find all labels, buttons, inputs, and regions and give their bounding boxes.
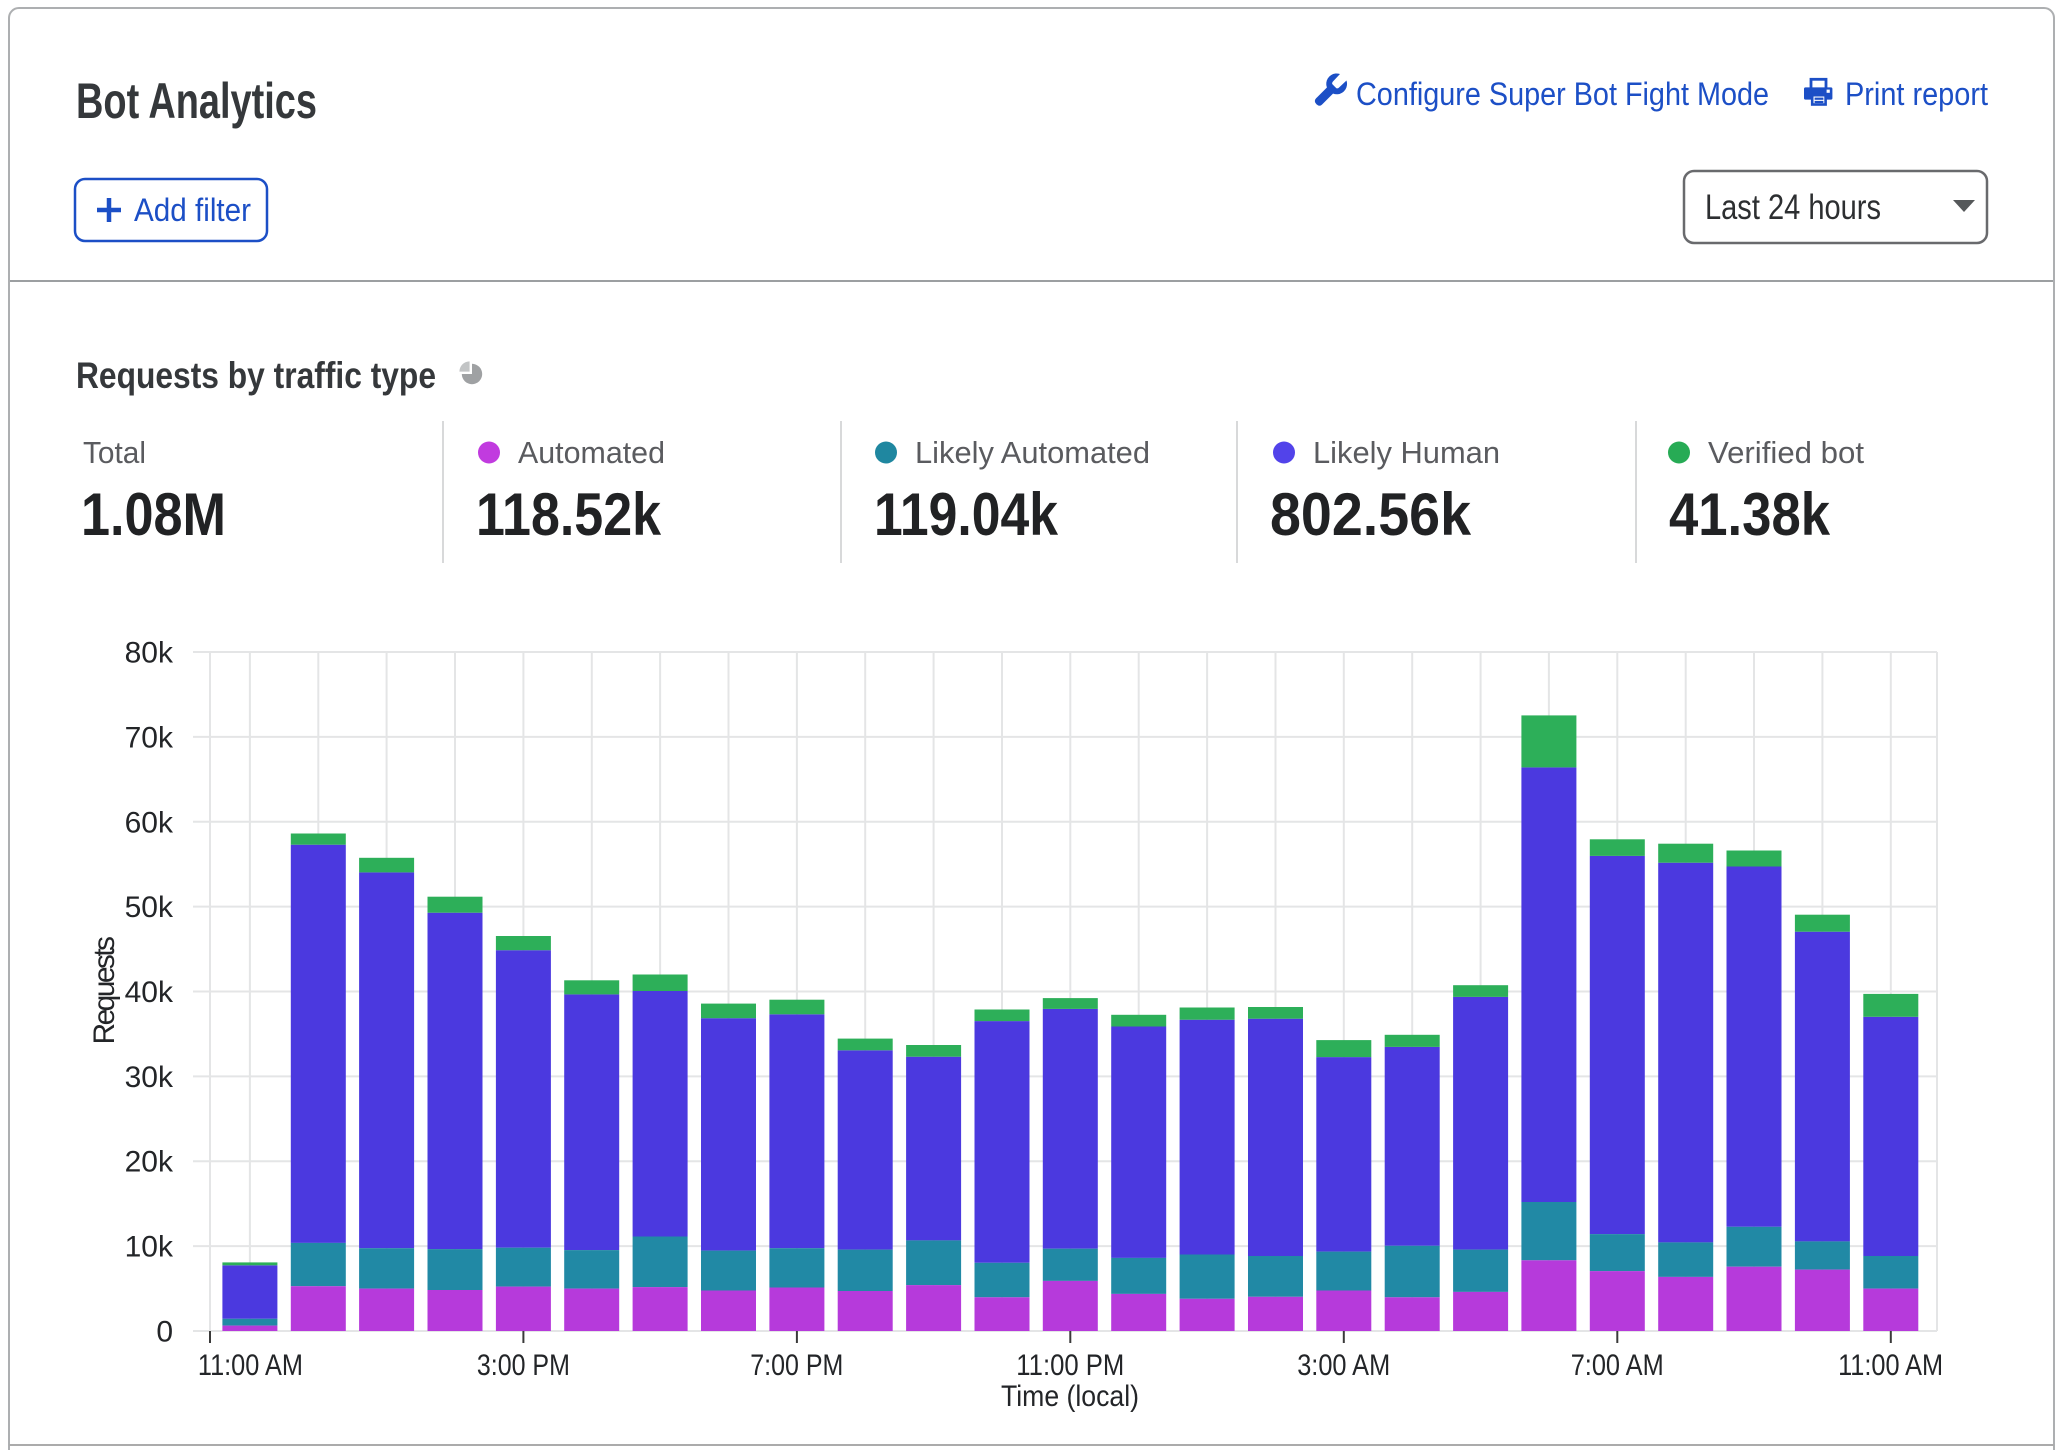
svg-text:11:00 PM: 11:00 PM — [1016, 1349, 1124, 1382]
svg-text:Likely Automated: Likely Automated — [915, 435, 1150, 470]
svg-text:20k: 20k — [125, 1146, 174, 1179]
svg-text:Total: Total — [83, 435, 146, 470]
svg-text:80k: 80k — [125, 637, 174, 670]
svg-text:Likely Human: Likely Human — [1313, 435, 1500, 470]
svg-text:40k: 40k — [125, 976, 174, 1009]
svg-text:Requests by traffic type: Requests by traffic type — [76, 355, 436, 396]
svg-text:Last 24 hours: Last 24 hours — [1705, 188, 1881, 227]
svg-text:Bot Analytics: Bot Analytics — [76, 73, 317, 129]
svg-text:3:00 PM: 3:00 PM — [477, 1349, 570, 1382]
svg-text:118.52k: 118.52k — [476, 481, 662, 548]
svg-text:Requests: Requests — [88, 937, 121, 1045]
svg-text:1.08M: 1.08M — [81, 481, 226, 548]
svg-text:30k: 30k — [125, 1061, 174, 1094]
svg-text:10k: 10k — [125, 1231, 174, 1264]
svg-text:802.56k: 802.56k — [1270, 481, 1472, 548]
svg-text:41.38k: 41.38k — [1669, 481, 1831, 548]
svg-text:70k: 70k — [125, 721, 174, 754]
svg-text:11:00 AM: 11:00 AM — [198, 1349, 303, 1382]
svg-text:0: 0 — [156, 1316, 173, 1349]
svg-text:7:00 AM: 7:00 AM — [1571, 1349, 1664, 1382]
svg-text:Time (local): Time (local) — [1001, 1380, 1139, 1413]
svg-text:Verified bot: Verified bot — [1708, 435, 1864, 470]
svg-text:Add filter: Add filter — [134, 192, 251, 228]
svg-text:Print report: Print report — [1845, 76, 1988, 112]
svg-text:60k: 60k — [125, 806, 174, 839]
svg-text:50k: 50k — [125, 891, 174, 924]
svg-text:7:00 PM: 7:00 PM — [750, 1349, 843, 1382]
svg-text:3:00 AM: 3:00 AM — [1297, 1349, 1390, 1382]
svg-text:Configure Super Bot Fight Mode: Configure Super Bot Fight Mode — [1356, 76, 1769, 112]
svg-text:119.04k: 119.04k — [874, 481, 1059, 548]
svg-text:Automated: Automated — [518, 435, 665, 470]
svg-text:11:00 AM: 11:00 AM — [1838, 1349, 1943, 1382]
